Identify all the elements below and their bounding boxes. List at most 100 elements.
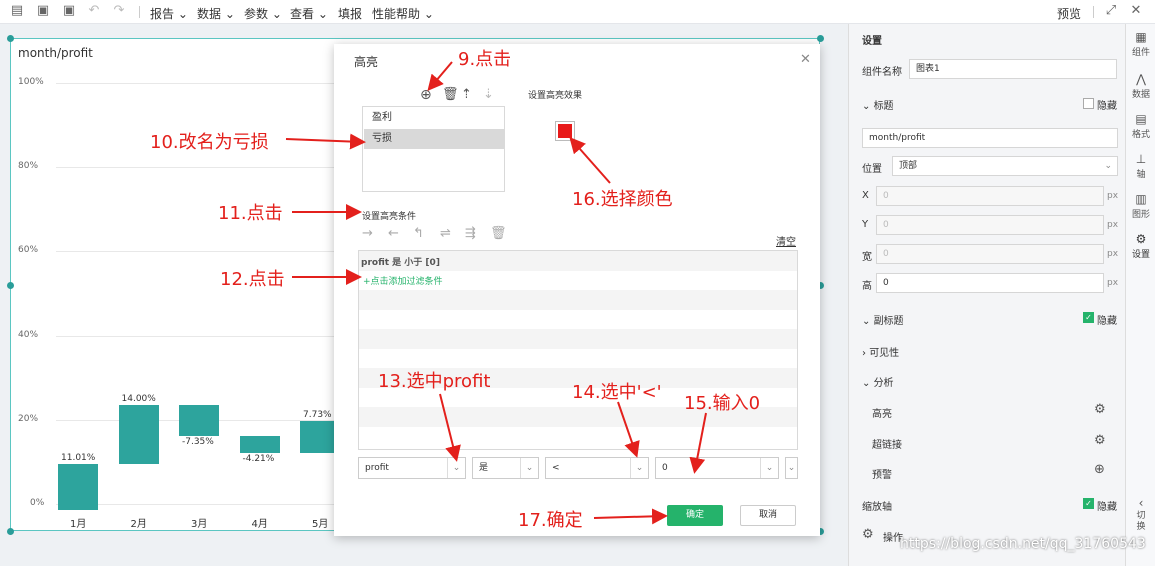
move-up-icon[interactable]: ⇡	[461, 88, 472, 102]
new-report-icon[interactable]: ▤	[10, 4, 24, 18]
chevron-down-icon: ⌄	[787, 463, 796, 473]
close-icon[interactable]: ✕	[1129, 4, 1143, 18]
table-row	[359, 329, 797, 349]
hide-subtitle-checkbox[interactable]: ✓	[1083, 312, 1094, 323]
gear-icon: ⚙	[1135, 232, 1147, 246]
data-icon: ⋀	[1136, 72, 1146, 86]
clear-link[interactable]: 清空	[776, 233, 796, 248]
panel-toggle[interactable]: ‹ 切换	[1126, 496, 1155, 533]
annotation-14: 14.选中'<'	[572, 382, 662, 403]
dialog-title: 高亮	[354, 55, 379, 69]
title-input[interactable]: month/profit	[862, 128, 1118, 148]
delete-rule-icon[interactable]: 🗑	[442, 88, 459, 102]
x-tick-label: 1月	[70, 519, 87, 530]
rule-item-loss[interactable]: 亏损	[364, 129, 505, 149]
toolbar-divider	[1093, 6, 1094, 18]
width-input[interactable]: 0	[876, 244, 1104, 264]
value-input[interactable]: 0 ⌄	[655, 457, 779, 479]
tab-settings[interactable]: ⚙ 设置	[1126, 232, 1155, 260]
component-name-label: 组件名称	[862, 67, 902, 78]
chart-title: month/profit	[18, 46, 93, 60]
analysis-section-toggle[interactable]: ⌄ 分析	[862, 374, 894, 389]
fullscreen-icon[interactable]: ⤢	[1104, 4, 1118, 18]
y-input[interactable]: 0	[876, 215, 1104, 235]
cancel-button[interactable]: 取消	[740, 505, 796, 526]
rule-item-profit[interactable]: 盈利	[364, 108, 505, 128]
subtitle-section-toggle[interactable]: ⌄ 副标题	[862, 312, 904, 327]
hyperlink-gear-icon[interactable]: ⚙	[1094, 433, 1106, 448]
add-rule-icon[interactable]: ⊕	[420, 88, 432, 102]
data-label: 7.73%	[303, 409, 332, 420]
resize-handle[interactable]	[7, 528, 14, 535]
arrow-left-icon[interactable]: ←	[388, 227, 399, 241]
y-tick-label: 80%	[18, 161, 39, 172]
menu-params[interactable]: 参数 ⌄	[244, 5, 282, 22]
chart-bar[interactable]	[58, 463, 98, 510]
value-type-select[interactable]: ⌄	[785, 457, 798, 479]
zoom-axis-label: 缩放轴	[862, 502, 892, 513]
add-condition-icon[interactable]: ⇌	[440, 227, 451, 241]
menu-view[interactable]: 查看 ⌄	[290, 5, 328, 22]
chart-bar[interactable]	[239, 435, 280, 454]
move-down-icon[interactable]: ⇣	[483, 88, 494, 102]
graphic-icon: ▥	[1135, 192, 1147, 206]
hide-zoom-axis-checkbox[interactable]: ✓	[1083, 498, 1094, 509]
y-tick-label: 40%	[18, 329, 39, 340]
color-swatch-fill	[558, 124, 572, 138]
y-label: Y	[862, 219, 869, 230]
chevron-down-icon: ⌄	[447, 458, 465, 478]
menu-data[interactable]: 数据 ⌄	[197, 5, 235, 22]
tab-graphic[interactable]: ▥ 图形	[1126, 192, 1155, 220]
resize-handle[interactable]	[7, 35, 14, 42]
position-select[interactable]: 顶部 ⌄	[892, 156, 1118, 176]
save-icon[interactable]: ▣	[36, 4, 50, 18]
redo-icon[interactable]: ↷	[112, 4, 126, 18]
highlight-gear-icon[interactable]: ⚙	[1094, 402, 1106, 417]
menu-fill[interactable]: 填报	[338, 5, 362, 22]
color-picker[interactable]	[555, 121, 575, 141]
preview-button[interactable]: 预览	[1057, 5, 1081, 22]
tab-component[interactable]: ▦ 组件	[1126, 30, 1155, 58]
dialog-close-icon[interactable]: ✕	[800, 52, 811, 67]
visibility-section-toggle[interactable]: › 可见性	[862, 344, 899, 359]
undo-icon[interactable]: ↶	[87, 4, 101, 18]
height-label: 高	[862, 281, 872, 292]
add-filter-link[interactable]: +点击添加过滤条件	[363, 274, 443, 287]
annotation-11: 11.点击	[218, 203, 283, 224]
data-label: 14.00%	[121, 393, 156, 404]
operator-select[interactable]: < ⌄	[545, 457, 649, 479]
condition-label: 设置高亮条件	[362, 212, 417, 222]
alert-label: 预警	[872, 470, 892, 481]
resize-handle[interactable]	[7, 282, 14, 289]
arrow-right-icon[interactable]: →	[362, 227, 373, 241]
resize-handle[interactable]	[817, 35, 824, 42]
add-group-icon[interactable]: ⇶	[465, 227, 476, 241]
is-select[interactable]: 是 ⌄	[472, 457, 539, 479]
x-input[interactable]: 0	[876, 186, 1104, 206]
hyperlink-label: 超链接	[872, 440, 902, 451]
save-as-icon[interactable]: ▣	[62, 4, 76, 18]
y-tick-label: 60%	[18, 245, 39, 256]
format-icon: ▤	[1135, 112, 1147, 126]
menu-report[interactable]: 报告 ⌄	[150, 5, 188, 22]
tab-data[interactable]: ⋀ 数据	[1126, 72, 1155, 100]
height-input[interactable]: 0	[876, 273, 1104, 293]
menu-help[interactable]: 性能帮助 ⌄	[372, 5, 434, 22]
side-tab-bar: ▦ 组件 ⋀ 数据 ▤ 格式 ⊥ 轴 ▥ 图形 ⚙ 设置 ‹ 切换	[1125, 24, 1155, 566]
add-alert-icon[interactable]: ⊕	[1094, 462, 1105, 477]
delete-condition-icon[interactable]: 🗑	[490, 227, 507, 241]
field-select[interactable]: profit ⌄	[358, 457, 466, 479]
x-label: X	[862, 190, 869, 201]
chart-bar[interactable]	[118, 404, 159, 464]
chart-bar[interactable]	[179, 404, 219, 436]
tab-format[interactable]: ▤ 格式	[1126, 112, 1155, 140]
data-label: 11.01%	[61, 452, 96, 463]
title-section-toggle[interactable]: ⌄ 标题	[862, 97, 894, 112]
hide-title-checkbox[interactable]	[1083, 98, 1094, 109]
tab-axis[interactable]: ⊥ 轴	[1126, 152, 1155, 180]
annotation-13: 13.选中profit	[378, 371, 491, 392]
component-name-input[interactable]: 图表1	[909, 59, 1117, 79]
ok-button[interactable]: 确定	[667, 505, 723, 526]
branch-icon[interactable]: ↰	[413, 227, 424, 241]
hide-label: 隐藏	[1097, 502, 1117, 513]
